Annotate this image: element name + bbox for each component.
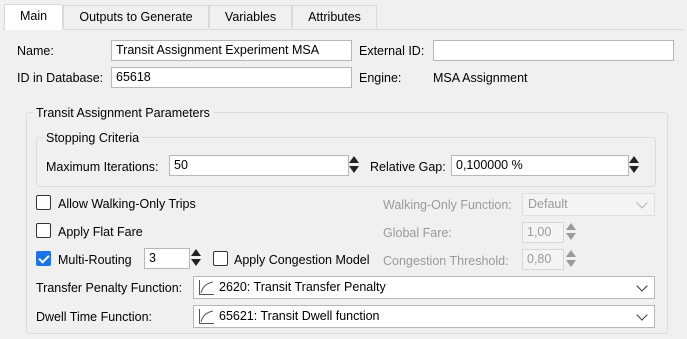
id-in-database-field[interactable]: 65618 — [111, 67, 352, 88]
spin-up-icon[interactable] — [566, 223, 576, 230]
tab-outputs-label: Outputs to Generate — [79, 10, 193, 24]
dwell-time-function-select[interactable]: 65621: Transit Dwell function — [193, 305, 655, 328]
id-in-database-label: ID in Database: — [17, 71, 104, 85]
name-label: Name: — [17, 44, 54, 58]
congestion-threshold-spinner[interactable] — [565, 249, 577, 269]
relative-gap-spinner[interactable] — [628, 155, 640, 175]
spin-down-icon[interactable] — [191, 259, 201, 266]
spin-down-icon[interactable] — [349, 166, 359, 173]
chevron-down-icon — [636, 197, 648, 209]
engine-value: MSA Assignment — [433, 71, 528, 85]
walking-only-function-value: Default — [528, 197, 568, 211]
multi-routing-label: Multi-Routing — [58, 253, 132, 267]
spin-down-icon[interactable] — [566, 260, 576, 267]
maximum-iterations-spinner[interactable] — [348, 155, 360, 175]
multi-routing-input[interactable]: 3 — [144, 248, 190, 269]
chevron-down-icon — [636, 280, 648, 292]
congestion-threshold-label: Congestion Threshold: — [383, 254, 509, 268]
tab-variables-label: Variables — [224, 10, 277, 24]
tab-variables[interactable]: Variables — [209, 5, 292, 28]
chevron-down-icon — [636, 309, 648, 321]
transfer-penalty-function-select[interactable]: 2620: Transit Transfer Penalty — [193, 276, 655, 299]
walking-only-function-label: Walking-Only Function: — [383, 198, 512, 212]
maximum-iterations-input[interactable]: 50 — [169, 155, 349, 176]
external-id-field[interactable] — [433, 40, 674, 61]
stopping-criteria-title: Stopping Criteria — [43, 130, 143, 146]
tab-main[interactable]: Main — [4, 4, 63, 30]
apply-flat-fare-label: Apply Flat Fare — [58, 225, 143, 239]
transit-assignment-parameters-title: Transit Assignment Parameters — [33, 105, 213, 121]
engine-label: Engine: — [359, 71, 402, 85]
dwell-time-function-label: Dwell Time Function: — [36, 310, 153, 324]
multi-routing-checkbox[interactable] — [36, 251, 51, 266]
global-fare-input[interactable]: 1,00 — [522, 222, 564, 243]
apply-congestion-model-label: Apply Congestion Model — [234, 253, 370, 267]
tab-outputs-to-generate[interactable]: Outputs to Generate — [63, 5, 209, 28]
function-curve-icon — [199, 280, 214, 295]
spin-up-icon[interactable] — [629, 156, 639, 163]
spin-down-icon[interactable] — [566, 233, 576, 240]
apply-flat-fare-checkbox[interactable] — [36, 223, 51, 238]
spin-down-icon[interactable] — [629, 166, 639, 173]
spin-up-icon[interactable] — [349, 156, 359, 163]
relative-gap-input[interactable]: 0,100000 % — [451, 155, 629, 176]
transfer-penalty-function-label: Transfer Penalty Function: — [36, 281, 183, 295]
function-curve-icon — [199, 309, 214, 324]
tab-main-label: Main — [19, 9, 48, 23]
tab-attributes-label: Attributes — [308, 10, 361, 24]
walking-only-function-select[interactable]: Default — [522, 193, 655, 216]
transfer-penalty-function-value: 2620: Transit Transfer Penalty — [219, 280, 386, 294]
allow-walking-only-trips-checkbox[interactable] — [36, 195, 51, 210]
external-id-label: External ID: — [359, 44, 425, 58]
tab-attributes[interactable]: Attributes — [292, 5, 377, 28]
dwell-time-function-value: 65621: Transit Dwell function — [219, 309, 380, 323]
apply-congestion-model-checkbox[interactable] — [213, 251, 228, 266]
spin-up-icon[interactable] — [566, 250, 576, 257]
name-field[interactable]: Transit Assignment Experiment MSA — [111, 40, 352, 61]
spin-up-icon[interactable] — [191, 249, 201, 256]
global-fare-label: Global Fare: — [383, 226, 452, 240]
congestion-threshold-input[interactable]: 0,80 — [522, 249, 564, 270]
allow-walking-only-trips-label: Allow Walking-Only Trips — [58, 197, 196, 211]
maximum-iterations-label: Maximum Iterations: — [46, 160, 159, 174]
relative-gap-label: Relative Gap: — [370, 160, 446, 174]
multi-routing-spinner[interactable] — [190, 248, 202, 268]
global-fare-spinner[interactable] — [565, 222, 577, 242]
